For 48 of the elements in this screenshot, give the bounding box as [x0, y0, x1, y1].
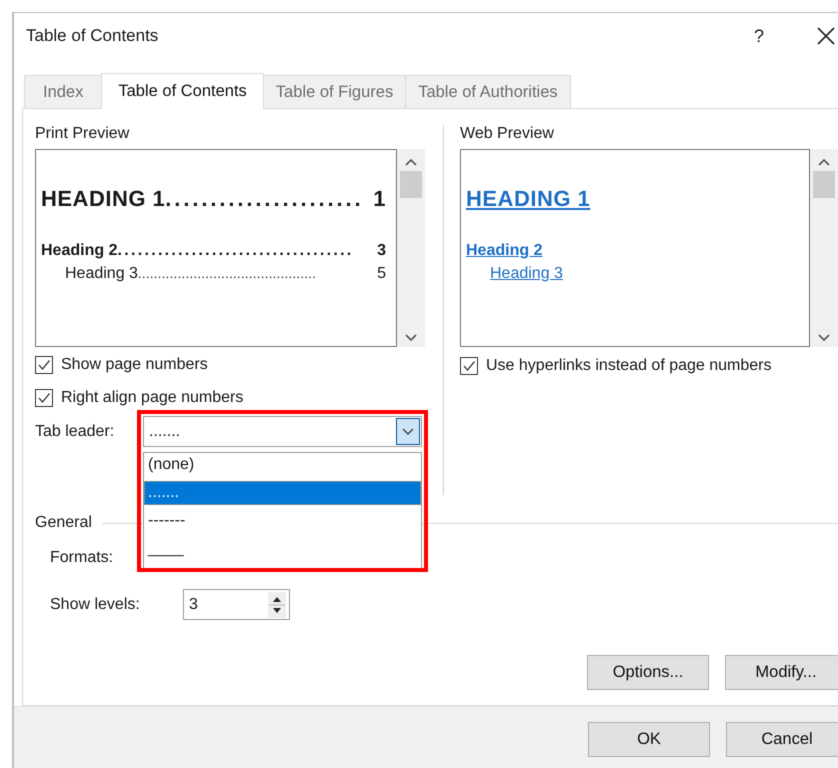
- page-number: 5: [377, 265, 386, 283]
- checkbox[interactable]: [35, 356, 53, 374]
- preview-entry: Heading 2...................................: [41, 242, 354, 260]
- group-label: General: [35, 514, 92, 532]
- chevron-up-icon[interactable]: [404, 157, 418, 167]
- chevron-down-icon[interactable]: [817, 333, 831, 343]
- chevron-down-icon[interactable]: [404, 333, 418, 343]
- tab-leader-dropdown[interactable]: .......: [143, 416, 422, 447]
- chevron-down-icon: [396, 418, 420, 445]
- window-title: Table of Contents: [26, 26, 158, 46]
- preview-entry: Heading 3.............................................: [65, 265, 316, 283]
- dropdown-option[interactable]: (none): [144, 453, 421, 477]
- tab[interactable]: Index: [24, 75, 102, 108]
- checkbox-label: Show page numbers: [61, 356, 208, 374]
- preview-entry: HEADING 1......................: [41, 186, 364, 212]
- field-label: Show levels:: [50, 596, 141, 614]
- scrollbar[interactable]: [397, 149, 425, 347]
- dropdown-option[interactable]: ____: [144, 537, 421, 561]
- checkbox-label: Right align page numbers: [61, 388, 244, 406]
- preview-link[interactable]: Heading 2: [466, 242, 542, 259]
- section-label: Web Preview: [460, 125, 555, 144]
- section-label: Print Preview: [35, 125, 130, 144]
- scrollbar[interactable]: [810, 149, 838, 347]
- close-button[interactable]: [816, 26, 836, 46]
- button[interactable]: OK: [588, 722, 710, 757]
- page-number: 1: [373, 186, 386, 212]
- chevron-up-icon[interactable]: [817, 157, 831, 167]
- checkbox[interactable]: [35, 388, 53, 406]
- button[interactable]: Options...: [587, 655, 709, 690]
- tab[interactable]: Table of Authorities: [405, 75, 571, 108]
- scroll-thumb[interactable]: [400, 171, 422, 198]
- preview-link[interactable]: Heading 3: [490, 265, 563, 282]
- dropdown-option[interactable]: .......: [144, 481, 421, 505]
- page-number: 3: [377, 242, 386, 260]
- tab[interactable]: Table of Contents: [101, 73, 264, 109]
- show-levels-spinner[interactable]: 3: [183, 589, 290, 620]
- button[interactable]: Cancel: [726, 722, 838, 757]
- tab[interactable]: Table of Figures: [262, 75, 406, 108]
- checkbox-label: Use hyperlinks instead of page numbers: [486, 356, 772, 374]
- dropdown-option[interactable]: -------: [144, 509, 421, 533]
- preview-link[interactable]: HEADING 1: [466, 186, 590, 211]
- scroll-thumb[interactable]: [813, 171, 835, 198]
- button[interactable]: Modify...: [725, 655, 838, 690]
- help-button[interactable]: ?: [754, 26, 764, 46]
- field-label: Formats:: [50, 549, 114, 567]
- spin-arrows-icon[interactable]: [268, 592, 286, 618]
- field-label: Tab leader:: [35, 422, 116, 440]
- checkbox[interactable]: [460, 356, 478, 374]
